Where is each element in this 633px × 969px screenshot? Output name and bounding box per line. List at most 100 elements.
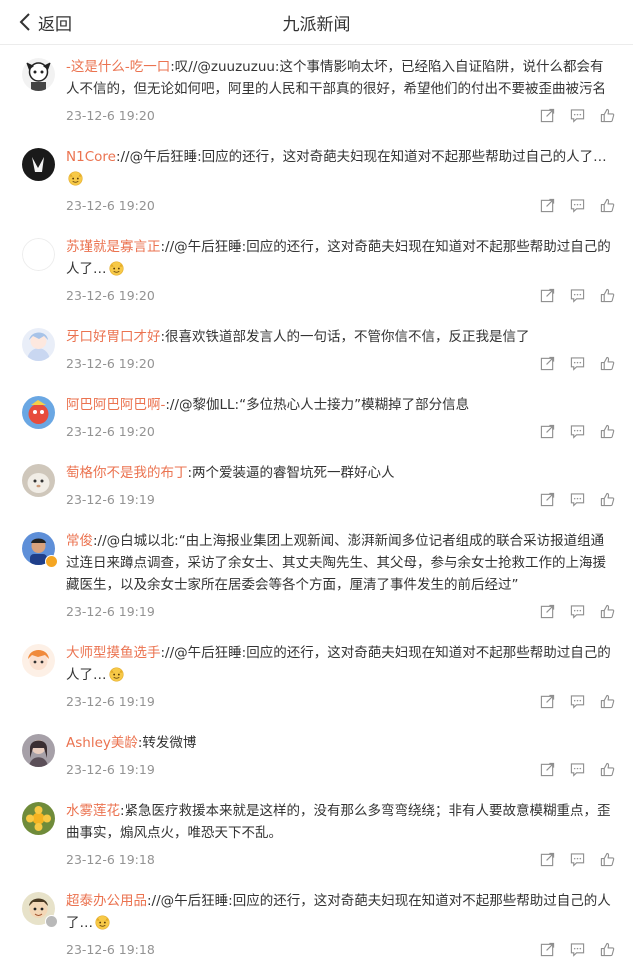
like-button[interactable]	[600, 108, 615, 123]
like-button[interactable]	[600, 198, 615, 213]
avatar[interactable]	[22, 802, 55, 835]
share-button[interactable]	[540, 604, 555, 619]
comment-button[interactable]	[570, 762, 585, 777]
comment-icon	[570, 198, 585, 213]
timestamp: 23-12-6 19:20	[66, 287, 155, 303]
username-link[interactable]: 苏瑾就是寡言正	[66, 239, 161, 255]
share-button[interactable]	[540, 424, 555, 439]
emoji	[107, 667, 124, 683]
comment-button[interactable]	[570, 604, 585, 619]
like-icon	[600, 108, 615, 122]
share-button[interactable]	[540, 198, 555, 213]
back-button[interactable]: 返回	[18, 0, 72, 44]
like-button[interactable]	[600, 492, 615, 507]
comment-meta: 23-12-6 19:19	[66, 486, 615, 519]
verified-badge-icon	[45, 555, 58, 568]
username-link[interactable]: Ashley美龄	[66, 735, 138, 751]
like-button[interactable]	[600, 852, 615, 867]
avatar[interactable]	[22, 238, 55, 271]
share-button[interactable]	[540, 762, 555, 777]
username-link[interactable]: N1Core	[66, 149, 116, 165]
share-icon	[540, 852, 555, 866]
comment-item: 超泰办公用品://@午后狂睡:回应的还行，这对奇葩夫妇现在知道对不起那些帮助过自…	[0, 879, 633, 969]
comment-body: :两个爱装逼的睿智坑死一群好心人	[187, 465, 395, 481]
like-icon	[600, 762, 615, 776]
comment-item: 大师型摸鱼选手://@午后狂睡:回应的还行，这对奇葩夫妇现在知道对不起那些帮助过…	[0, 631, 633, 721]
comment-meta: 23-12-6 19:18	[66, 936, 615, 969]
comment-button[interactable]	[570, 356, 585, 371]
comment-button[interactable]	[570, 942, 585, 957]
avatar[interactable]	[22, 644, 55, 677]
timestamp: 23-12-6 19:19	[66, 491, 155, 507]
avatar[interactable]	[22, 734, 55, 767]
avatar[interactable]	[22, 328, 55, 361]
share-button[interactable]	[540, 852, 555, 867]
username-link[interactable]: 大师型摸鱼选手	[66, 645, 161, 661]
comment-item: 阿巴阿巴阿巴啊-://@黎伽LL:“多位热心人士接力”模糊掉了部分信息 23-12…	[0, 383, 633, 451]
username-link[interactable]: 超泰办公用品	[66, 893, 147, 909]
comment-button[interactable]	[570, 424, 585, 439]
share-button[interactable]	[540, 356, 555, 371]
comment-actions	[540, 492, 615, 507]
share-button[interactable]	[540, 694, 555, 709]
share-button[interactable]	[540, 288, 555, 303]
avatar[interactable]	[22, 148, 55, 181]
comment-actions	[540, 424, 615, 439]
comment-text: 苏瑾就是寡言正://@午后狂睡:回应的还行，这对奇葩夫妇现在知道对不起那些帮助过…	[66, 236, 611, 280]
like-icon	[600, 852, 615, 866]
chevron-left-icon	[19, 13, 30, 31]
like-button[interactable]	[600, 604, 615, 619]
comment-meta: 23-12-6 19:20	[66, 102, 615, 135]
comment-meta: 23-12-6 19:19	[66, 756, 615, 789]
comment-icon	[570, 108, 585, 123]
comment-icon	[570, 942, 585, 957]
avatar[interactable]	[22, 464, 55, 497]
comment-meta: 23-12-6 19:19	[66, 598, 615, 631]
share-icon	[540, 288, 555, 302]
avatar[interactable]	[22, 396, 55, 429]
like-button[interactable]	[600, 694, 615, 709]
username-link[interactable]: 常俊	[66, 533, 93, 549]
username-link[interactable]: 水雾莲花	[66, 803, 120, 819]
share-icon	[540, 604, 555, 618]
comment-actions	[540, 356, 615, 371]
like-button[interactable]	[600, 288, 615, 303]
comment-button[interactable]	[570, 492, 585, 507]
share-button[interactable]	[540, 492, 555, 507]
username-link[interactable]: 阿巴阿巴阿巴啊-	[66, 397, 165, 413]
like-button[interactable]	[600, 762, 615, 777]
comment-button[interactable]	[570, 198, 585, 213]
timestamp: 23-12-6 19:19	[66, 693, 155, 709]
comment-meta: 23-12-6 19:19	[66, 688, 615, 721]
share-icon	[540, 694, 555, 708]
like-button[interactable]	[600, 942, 615, 957]
share-icon	[540, 108, 555, 122]
share-button[interactable]	[540, 942, 555, 957]
comment-button[interactable]	[570, 288, 585, 303]
share-button[interactable]	[540, 108, 555, 123]
comment-item: N1Core://@午后狂睡:回应的还行，这对奇葩夫妇现在知道对不起那些帮助过自…	[0, 135, 633, 225]
comment-actions	[540, 198, 615, 213]
like-button[interactable]	[600, 424, 615, 439]
like-button[interactable]	[600, 356, 615, 371]
comment-button[interactable]	[570, 108, 585, 123]
comment-button[interactable]	[570, 852, 585, 867]
comment-text: 常俊://@白城以北:“由上海报业集团上观新闻、澎湃新闻多位记者组成的联合采访报…	[66, 530, 611, 596]
comment-icon	[570, 492, 585, 507]
comment-actions	[540, 852, 615, 867]
like-icon	[600, 942, 615, 956]
comment-item: -这是什么-吃一口:叹//@zuuzuzuu:这个事情影响太坏，已经陷入自证陷阱…	[0, 45, 633, 135]
timestamp: 23-12-6 19:19	[66, 603, 155, 619]
comment-text: Ashley美龄:转发微博	[66, 732, 611, 754]
comment-button[interactable]	[570, 694, 585, 709]
like-icon	[600, 288, 615, 302]
username-link[interactable]: 牙口好胃口才好	[66, 329, 161, 345]
avatar[interactable]	[22, 58, 55, 91]
comment-body: ://@黎伽LL:“多位热心人士接力”模糊掉了部分信息	[165, 397, 470, 413]
share-icon	[540, 942, 555, 956]
username-link[interactable]: -这是什么-吃一口	[66, 59, 170, 75]
comment-item: 萄格你不是我的布丁:两个爱装逼的睿智坑死一群好心人 23-12-6 19:19	[0, 451, 633, 519]
username-link[interactable]: 萄格你不是我的布丁	[66, 465, 188, 481]
back-label: 返回	[38, 14, 72, 35]
comment-item: 水雾莲花:紧急医疗救援本来就是这样的，没有那么多弯弯绕绕；非有人要故意模糊重点，…	[0, 789, 633, 879]
